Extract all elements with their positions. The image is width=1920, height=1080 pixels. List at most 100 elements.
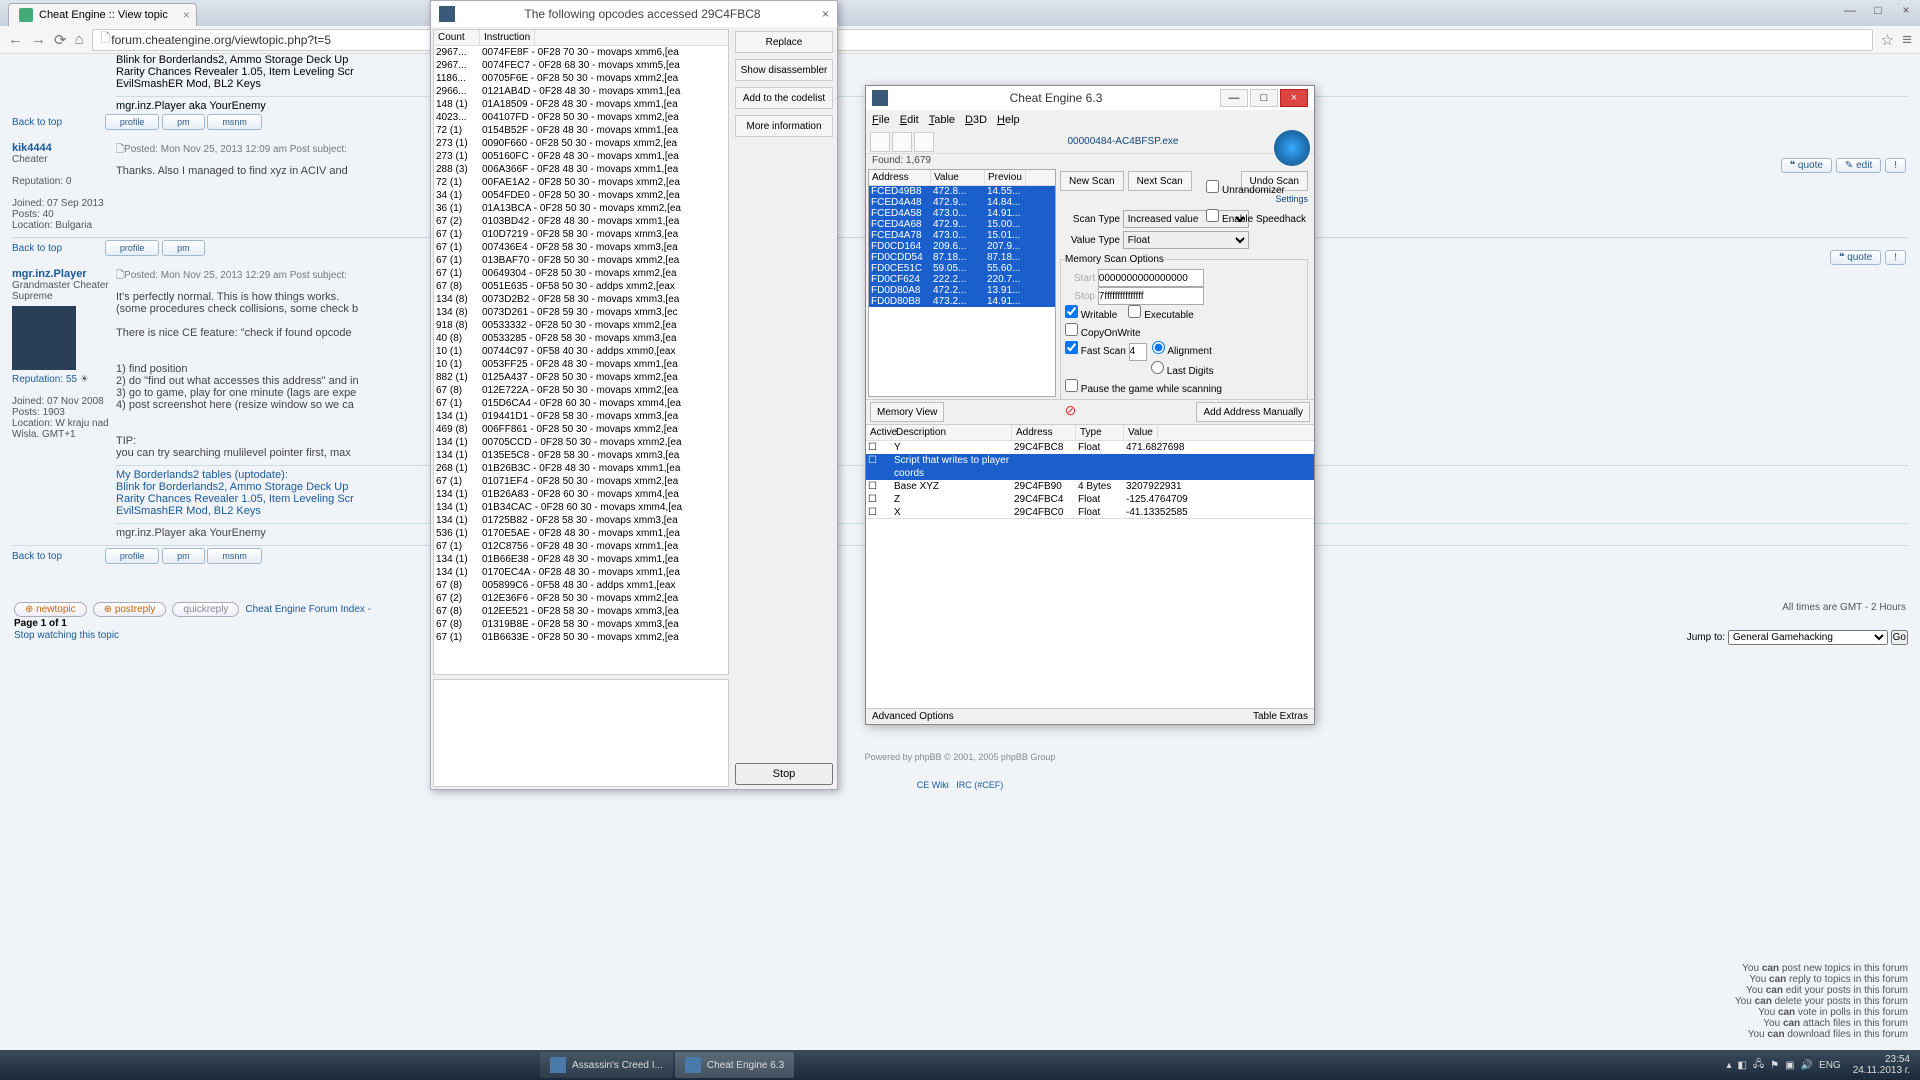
opcode-row[interactable]: 40 (8)00533285 - 0F28 58 30 - movaps xmm… xyxy=(434,332,728,345)
opcode-details[interactable] xyxy=(433,679,729,787)
taskbar-app[interactable]: Cheat Engine 6.3 xyxy=(675,1052,794,1078)
opcode-row[interactable]: 67 (1)007436E4 - 0F28 58 30 - movaps xmm… xyxy=(434,241,728,254)
opcode-row[interactable]: 67 (2)012E36F6 - 0F28 50 30 - movaps xmm… xyxy=(434,592,728,605)
opcode-row[interactable]: 67 (1)00649304 - 0F28 50 30 - movaps xmm… xyxy=(434,267,728,280)
result-row[interactable]: FCED4A58473.0...14.91... xyxy=(869,208,1055,219)
opcode-row[interactable]: 67 (1)01B6633E - 0F28 50 30 - movaps xmm… xyxy=(434,631,728,644)
fastscan-value[interactable] xyxy=(1129,343,1147,361)
close-icon[interactable]: × xyxy=(183,8,190,22)
reload-icon[interactable]: ⟳ xyxy=(54,31,67,49)
tray-icon[interactable]: 🖧 xyxy=(1753,1057,1764,1074)
table-row[interactable]: ☐Script that writes to player coords</sp… xyxy=(866,454,1314,480)
opcode-row[interactable]: 134 (1)019441D1 - 0F28 58 30 - movaps xm… xyxy=(434,410,728,423)
forum-index-link[interactable]: Cheat Engine Forum Index - xyxy=(245,604,371,615)
open-process-icon[interactable] xyxy=(870,132,890,152)
cow-checkbox[interactable] xyxy=(1065,323,1078,336)
opcode-list[interactable]: Count Instruction 2967...0074FE8F - 0F28… xyxy=(433,29,729,675)
opcode-row[interactable]: 134 (1)01B34CAC - 0F28 60 30 - movaps xm… xyxy=(434,501,728,514)
opcode-row[interactable]: 134 (8)0073D261 - 0F28 59 30 - movaps xm… xyxy=(434,306,728,319)
opcode-row[interactable]: 134 (1)01B26A83 - 0F28 60 30 - movaps xm… xyxy=(434,488,728,501)
stop-button[interactable]: Stop xyxy=(735,763,833,785)
start-button[interactable] xyxy=(0,1050,40,1080)
sig-link[interactable]: Rarity Chances Revealer 1.05, Item Level… xyxy=(116,66,354,78)
opcode-row[interactable]: 273 (1)005160FC - 0F28 48 30 - movaps xm… xyxy=(434,150,728,163)
value-type-select[interactable]: Float xyxy=(1123,231,1249,249)
menu-file[interactable]: File xyxy=(872,114,890,126)
opcode-row[interactable]: 918 (8)00533332 - 0F28 50 30 - movaps xm… xyxy=(434,319,728,332)
next-scan-button[interactable]: Next Scan xyxy=(1128,171,1192,191)
go-button[interactable]: Go xyxy=(1891,630,1908,645)
scan-results[interactable]: Address Value Previou FCED49B8472.8...14… xyxy=(868,169,1056,397)
tray-volume-icon[interactable]: 🔊 xyxy=(1801,1060,1813,1071)
advanced-options[interactable]: Advanced Options xyxy=(872,711,954,722)
opcode-row[interactable]: 2966...0121AB4D - 0F28 48 30 - movaps xm… xyxy=(434,85,728,98)
show-disassembler-button[interactable]: Show disassembler xyxy=(735,59,833,81)
home-icon[interactable]: ⌂ xyxy=(75,31,84,48)
close-icon[interactable]: × xyxy=(1280,89,1308,107)
result-row[interactable]: FD0D80B8473.2...14.91... xyxy=(869,296,1055,307)
opcode-row[interactable]: 10 (1)00744C97 - 0F58 40 30 - addps xmm0… xyxy=(434,345,728,358)
tray-icon[interactable]: ◧ xyxy=(1738,1060,1747,1071)
opcode-row[interactable]: 2967...0074FE8F - 0F28 70 30 - movaps xm… xyxy=(434,46,728,59)
jumpto-select[interactable]: General Gamehacking xyxy=(1728,630,1888,645)
save-icon[interactable] xyxy=(914,132,934,152)
pm-badge[interactable]: pm xyxy=(162,240,205,256)
result-row[interactable]: FD0CD164209.6...207.9... xyxy=(869,241,1055,252)
stop-input[interactable] xyxy=(1098,287,1204,305)
sig-link[interactable]: Blink for Borderlands2, Ammo Storage Dec… xyxy=(116,54,348,66)
opcode-row[interactable]: 134 (1)00705CCD - 0F28 50 30 - movaps xm… xyxy=(434,436,728,449)
maximize-icon[interactable]: □ xyxy=(1250,89,1278,107)
unrandomizer-checkbox[interactable] xyxy=(1206,180,1219,193)
opcode-titlebar[interactable]: The following opcodes accessed 29C4FBC8 … xyxy=(431,1,837,27)
ce-logo-icon[interactable] xyxy=(1274,130,1310,166)
replace-button[interactable]: Replace xyxy=(735,31,833,53)
pause-checkbox[interactable] xyxy=(1065,379,1078,392)
quickreply-button[interactable]: quickreply xyxy=(172,602,239,617)
clock[interactable]: 23:54 24.11.2013 г. xyxy=(1847,1054,1916,1076)
result-row[interactable]: FD0D80A8472.2...13.91... xyxy=(869,285,1055,296)
opcode-row[interactable]: 536 (1)0170E5AE - 0F28 48 30 - movaps xm… xyxy=(434,527,728,540)
minimize-icon[interactable]: — xyxy=(1220,89,1248,107)
opcode-row[interactable]: 67 (8)01319B8E - 0F28 58 30 - movaps xmm… xyxy=(434,618,728,631)
result-row[interactable]: FD0CDD5487.18...87.18... xyxy=(869,252,1055,263)
report-icon[interactable]: ! xyxy=(1885,250,1906,265)
opcode-row[interactable]: 10 (1)0053FF25 - 0F28 48 30 - movaps xmm… xyxy=(434,358,728,371)
memory-view-button[interactable]: Memory View xyxy=(870,402,944,422)
close-icon[interactable]: × xyxy=(1892,0,1920,20)
menu-edit[interactable]: Edit xyxy=(900,114,919,126)
result-row[interactable]: FD0CF624222.2...220.7... xyxy=(869,274,1055,285)
opcode-row[interactable]: 268 (1)01B26B3C - 0F28 48 30 - movaps xm… xyxy=(434,462,728,475)
opcode-row[interactable]: 469 (8)006FF861 - 0F28 50 30 - movaps xm… xyxy=(434,423,728,436)
opcode-row[interactable]: 134 (1)0170EC4A - 0F28 48 30 - movaps xm… xyxy=(434,566,728,579)
opcode-row[interactable]: 148 (1)01A18509 - 0F28 48 30 - movaps xm… xyxy=(434,98,728,111)
opcode-row[interactable]: 67 (1)01071EF4 - 0F28 50 30 - movaps xmm… xyxy=(434,475,728,488)
bookmark-icon[interactable]: ☆ xyxy=(1881,31,1894,49)
menu-table[interactable]: Table xyxy=(929,114,955,126)
fastscan-checkbox[interactable] xyxy=(1065,341,1078,354)
opcode-row[interactable]: 134 (1)01725B82 - 0F28 58 30 - movaps xm… xyxy=(434,514,728,527)
more-info-button[interactable]: More information xyxy=(735,115,833,137)
opcode-row[interactable]: 288 (3)006A366F - 0F28 48 30 - movaps xm… xyxy=(434,163,728,176)
url-bar[interactable]: 🗋 forum.cheatengine.org/viewtopic.php?t=… xyxy=(92,29,1873,51)
opcode-row[interactable]: 882 (1)0125A437 - 0F28 50 30 - movaps xm… xyxy=(434,371,728,384)
add-codelist-button[interactable]: Add to the codelist xyxy=(735,87,833,109)
back-icon[interactable]: ← xyxy=(8,31,23,48)
sig-link[interactable]: EvilSmashER Mod, BL2 Keys xyxy=(116,78,261,90)
clear-icon[interactable]: ⊘ xyxy=(1065,402,1077,422)
sig-link[interactable]: EvilSmashER Mod, BL2 Keys xyxy=(116,505,261,517)
tray-chevron-icon[interactable]: ▴ xyxy=(1727,1060,1732,1071)
opcode-row[interactable]: 67 (2)0103BD42 - 0F28 48 30 - movaps xmm… xyxy=(434,215,728,228)
opcode-row[interactable]: 67 (1)013BAF70 - 0F28 50 30 - movaps xmm… xyxy=(434,254,728,267)
result-row[interactable]: FCED49B8472.8...14.55... xyxy=(869,186,1055,197)
stop-watching-link[interactable]: Stop watching this topic xyxy=(14,630,119,641)
quote-button[interactable]: ❝ quote xyxy=(1830,250,1881,265)
maximize-icon[interactable]: □ xyxy=(1864,0,1892,20)
alignment-radio[interactable] xyxy=(1152,341,1165,354)
opcode-row[interactable]: 72 (1)00FAE1A2 - 0F28 50 30 - movaps xmm… xyxy=(434,176,728,189)
irc-link[interactable]: IRC (#CEF) xyxy=(956,780,1003,790)
tray-icon[interactable]: ⚑ xyxy=(1770,1060,1779,1071)
table-row[interactable]: ☐X29C4FBC0Float-41.13352585 xyxy=(866,506,1314,518)
table-row[interactable]: ☐Base XYZ29C4FB904 Bytes3207922931 xyxy=(866,480,1314,493)
open-file-icon[interactable] xyxy=(892,132,912,152)
back-to-top[interactable]: Back to top xyxy=(12,243,62,254)
